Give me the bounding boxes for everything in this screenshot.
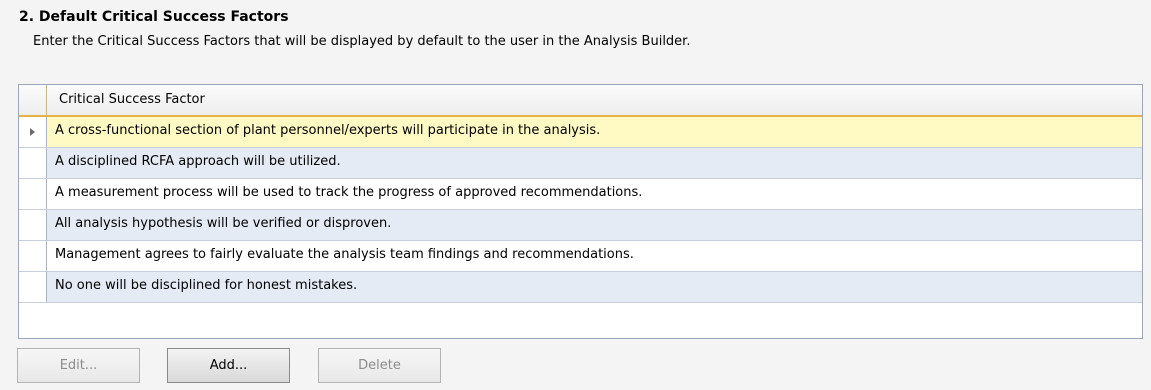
row-selector[interactable] — [19, 117, 47, 147]
row-text[interactable]: No one will be disciplined for honest mi… — [55, 278, 357, 293]
delete-button[interactable]: Delete — [318, 348, 441, 383]
row-text[interactable]: All analysis hypothesis will be verified… — [55, 216, 391, 231]
table-row[interactable]: A cross-functional section of plant pers… — [19, 117, 1142, 148]
row-text[interactable]: Management agrees to fairly evaluate the… — [55, 247, 634, 262]
row-text[interactable]: A cross-functional section of plant pers… — [55, 123, 600, 138]
table-row[interactable]: All analysis hypothesis will be verified… — [19, 210, 1142, 241]
row-selector[interactable] — [19, 148, 47, 178]
table-row[interactable]: Management agrees to fairly evaluate the… — [19, 241, 1142, 272]
critical-success-factors-grid: Critical Success Factor A cross-function… — [18, 84, 1143, 339]
row-text[interactable]: A measurement process will be used to tr… — [55, 185, 642, 200]
table-row[interactable]: No one will be disciplined for honest mi… — [19, 272, 1142, 303]
column-header-critical-success-factor[interactable]: Critical Success Factor — [59, 92, 205, 107]
grid-header: Critical Success Factor — [19, 85, 1142, 117]
table-row[interactable]: A measurement process will be used to tr… — [19, 179, 1142, 210]
row-selector[interactable] — [19, 179, 47, 209]
row-selector-header — [19, 85, 47, 115]
row-selector[interactable] — [19, 272, 47, 302]
default-critical-success-factors-section: 2. Default Critical Success Factors Ente… — [0, 0, 1151, 390]
section-title: 2. Default Critical Success Factors — [19, 9, 289, 25]
grid-body: A cross-functional section of plant pers… — [19, 117, 1142, 303]
row-text[interactable]: A disciplined RCFA approach will be util… — [55, 154, 341, 169]
add-button[interactable]: Add... — [167, 348, 290, 383]
edit-button[interactable]: Edit... — [17, 348, 140, 383]
current-row-arrow-icon — [30, 128, 35, 136]
row-selector[interactable] — [19, 241, 47, 271]
table-row[interactable]: A disciplined RCFA approach will be util… — [19, 148, 1142, 179]
section-description: Enter the Critical Success Factors that … — [33, 34, 691, 49]
row-selector[interactable] — [19, 210, 47, 240]
